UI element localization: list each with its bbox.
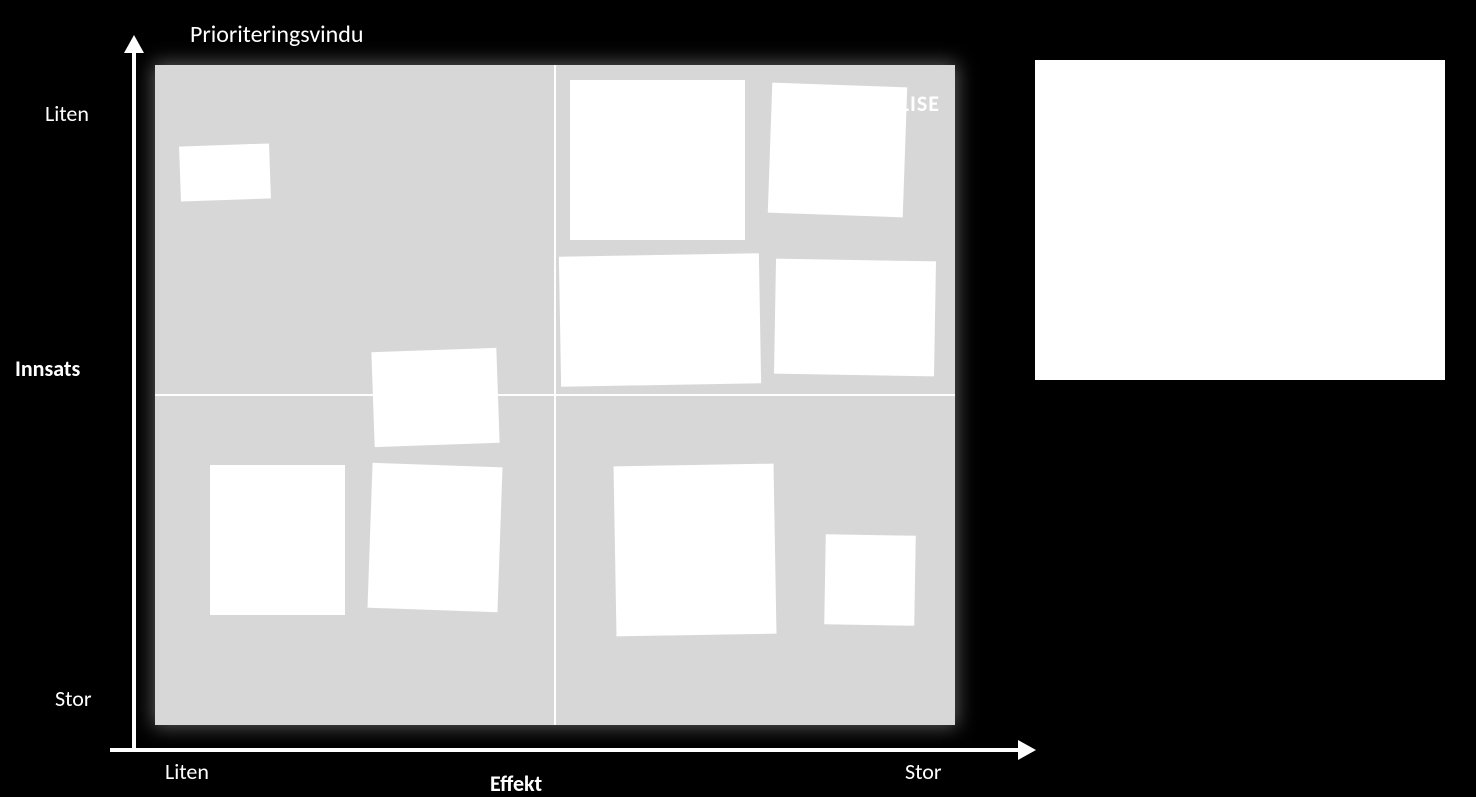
diagram-stage: Prioriteringsvindu Innsats Liten Stor Ef… [0, 0, 1476, 797]
x-axis-line [110, 748, 1022, 752]
y-axis-arrow-icon [124, 35, 144, 53]
y-axis-tick-bottom: Stor [55, 685, 92, 712]
y-axis-line [132, 45, 136, 750]
y-axis-tick-top: Liten [45, 100, 89, 127]
y-axis-label: Innsats [15, 355, 80, 382]
sticky-note[interactable] [371, 348, 499, 447]
x-axis-label: Effekt [490, 770, 542, 797]
sticky-note[interactable] [768, 83, 907, 218]
side-info-box [1035, 60, 1445, 380]
sticky-note[interactable] [614, 464, 777, 637]
sticky-note[interactable] [774, 259, 936, 377]
sticky-note[interactable] [559, 253, 761, 386]
chart-title: Prioriteringsvindu [190, 20, 364, 49]
priority-matrix-panel: LISE [155, 65, 955, 725]
sticky-note[interactable] [824, 534, 916, 626]
sticky-note[interactable] [368, 463, 503, 612]
matrix-divider-vertical [554, 65, 556, 725]
x-axis-tick-right: Stor [905, 758, 942, 785]
x-axis-tick-left: Liten [165, 758, 209, 785]
sticky-note[interactable] [179, 143, 271, 201]
x-axis-arrow-icon [1018, 740, 1036, 760]
sticky-note[interactable] [570, 80, 745, 240]
sticky-note[interactable] [210, 465, 345, 615]
